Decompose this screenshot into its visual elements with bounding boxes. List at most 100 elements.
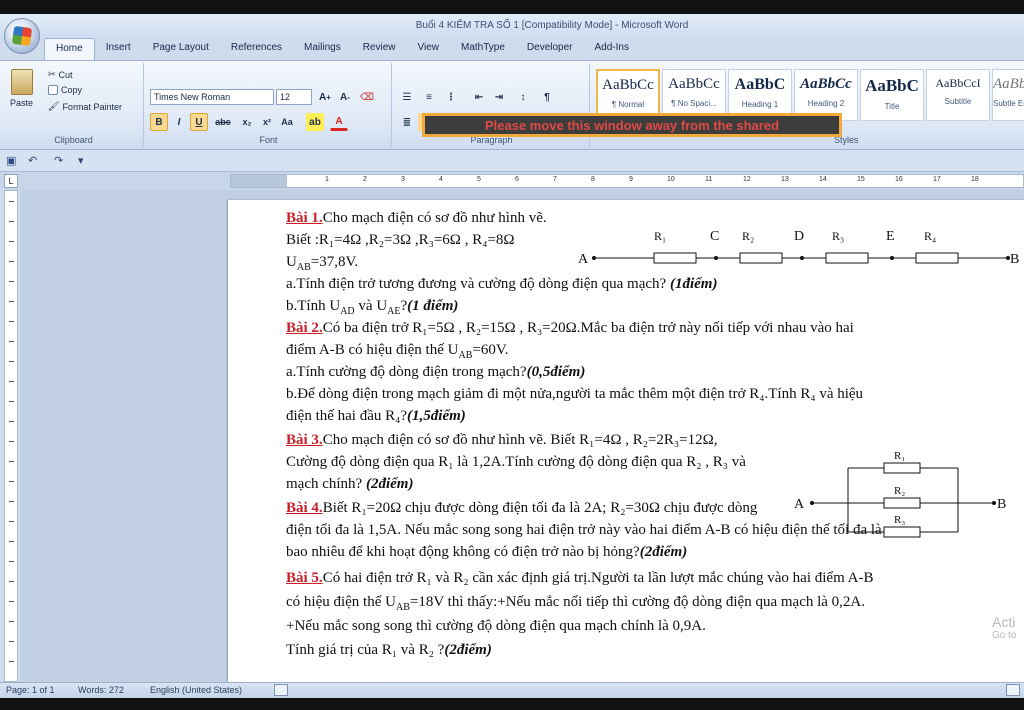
tab-page-layout[interactable]: Page Layout xyxy=(142,38,220,60)
circuit2-label-b: B xyxy=(997,497,1006,512)
tab-view[interactable]: View xyxy=(407,38,451,60)
italic-icon[interactable]: I xyxy=(170,113,188,131)
tab-selector-icon[interactable]: L xyxy=(4,174,18,188)
doc-line: mạch chính? (2điểm) xyxy=(286,476,414,492)
resistor-r3 xyxy=(825,252,869,264)
page-count[interactable]: Page: 1 of 1 xyxy=(6,685,55,695)
copy-button[interactable]: Copy xyxy=(48,85,82,95)
style-subtitle[interactable]: AaBbCcI Subtitle xyxy=(926,69,990,121)
vertical-ruler[interactable] xyxy=(4,190,18,682)
tab-add-ins[interactable]: Add-Ins xyxy=(584,38,640,60)
status-bar: Page: 1 of 1 Words: 272 English (United … xyxy=(0,682,1024,698)
font-size-select[interactable]: 12 xyxy=(276,89,312,105)
ruler-tick xyxy=(9,421,14,422)
format-painter-button[interactable]: 🖌 Format Painter xyxy=(48,101,122,112)
horizontal-ruler[interactable]: 1 2 3 4 5 6 7 8 9 10 11 12 13 14 15 16 17 18 xyxy=(230,174,1024,188)
pilcrow-icon[interactable]: ¶ xyxy=(538,88,556,106)
bold-icon[interactable]: B xyxy=(150,113,168,131)
office-button[interactable] xyxy=(4,18,40,54)
change-case-icon[interactable]: Aa xyxy=(278,113,296,131)
multilevel-list-icon[interactable]: ⋮ xyxy=(442,88,460,106)
strikethrough-icon[interactable]: abc xyxy=(214,113,232,131)
circuit2-label-a: A xyxy=(794,497,805,512)
tab-review[interactable]: Review xyxy=(352,38,407,60)
underline-icon[interactable]: U xyxy=(190,113,208,131)
align-left-icon[interactable]: ≣ xyxy=(398,113,416,131)
points-label: (1 điểm) xyxy=(407,298,459,314)
copy-icon xyxy=(48,85,58,95)
doc-line: bao nhiêu để khi hoạt động không có điện… xyxy=(286,544,688,560)
title-bar: Buổi 4 KIỂM TRA SỐ 1 [Compatibility Mode… xyxy=(0,14,1024,38)
shrink-font-icon[interactable]: A- xyxy=(336,88,354,106)
tab-references[interactable]: References xyxy=(220,38,293,60)
circuit1-label-r4: R₄ xyxy=(924,229,936,243)
decrease-indent-icon[interactable]: ⇤ xyxy=(470,88,488,106)
tab-home[interactable]: Home xyxy=(44,38,95,60)
customize-toolbar-icon[interactable]: ▾ xyxy=(78,154,84,167)
doc-line: Bài 2.Có ba điện trở R₁=5Ω , R₂=15Ω , R₃… xyxy=(286,320,854,336)
ruler-tick: 14 xyxy=(819,176,827,183)
superscript-icon[interactable]: x² xyxy=(258,113,276,131)
sort-icon[interactable]: ↕ xyxy=(514,88,532,106)
clipboard-group: Paste ✂ Cut Copy 🖌 Format Painter Clipboar… xyxy=(4,63,144,147)
document-page[interactable]: Bài 1.Cho mạch điện có sơ đồ như hình vẽ… xyxy=(228,200,1024,682)
ruler-tick: 17 xyxy=(933,176,941,183)
clear-format-icon[interactable]: ⌫ xyxy=(358,88,376,106)
tab-developer[interactable]: Developer xyxy=(516,38,584,60)
ruler-tick xyxy=(9,521,14,522)
doc-line: có hiệu điện thế UAB=18V thì thấy:+Nếu m… xyxy=(286,594,866,613)
circuit1-label-b: B xyxy=(1010,252,1019,267)
undo-icon[interactable]: ↶ xyxy=(28,154,37,167)
ruler-tick xyxy=(9,481,14,482)
subscript-icon[interactable]: x₂ xyxy=(238,113,256,131)
circuit2-label-r3: R₃ xyxy=(894,514,905,526)
style-subtle-emphasis[interactable]: AaBbCcDc Subtle Em... xyxy=(992,69,1024,121)
scissors-icon: ✂ xyxy=(48,69,56,79)
doc-line: điện thế hai đầu R₄?(1,5điểm) xyxy=(286,408,466,424)
ruler-tick xyxy=(9,361,14,362)
node-b xyxy=(992,501,996,505)
word-count[interactable]: Words: 272 xyxy=(78,685,124,695)
numbering-icon[interactable]: ≡ xyxy=(420,88,438,106)
tab-mailings[interactable]: Mailings xyxy=(293,38,352,60)
font-color-icon[interactable]: A xyxy=(330,113,348,131)
points-label: (1điểm) xyxy=(669,276,718,292)
redo-icon[interactable]: ↷ xyxy=(54,154,63,167)
circuit1-label-d: D xyxy=(794,229,804,244)
style-title[interactable]: AaBbC Title xyxy=(860,69,924,121)
ruler-tick xyxy=(9,201,14,202)
ruler-tick xyxy=(9,661,14,662)
cut-button[interactable]: ✂ Cut xyxy=(48,69,73,80)
font-family-select[interactable]: Times New Roman xyxy=(150,89,274,105)
ruler-tick xyxy=(9,261,14,262)
bullets-icon[interactable]: ☰ xyxy=(398,88,416,106)
ruler-tick: 2 xyxy=(363,176,367,183)
font-group: Times New Roman 12 A + A- ⌫ B I U abc x₂ … xyxy=(146,63,392,147)
ruler-tick: 18 xyxy=(971,176,979,183)
node-d xyxy=(800,256,804,260)
language-indicator[interactable]: English (United States) xyxy=(150,685,242,695)
ruler-tick xyxy=(9,321,14,322)
exercise-heading: Bài 5. xyxy=(286,570,323,586)
highlight-icon[interactable]: ab xyxy=(306,113,324,131)
resistor-r1 xyxy=(653,252,697,264)
tab-mathtype[interactable]: MathType xyxy=(450,38,516,60)
series-circuit-diagram: A R₁ C R₂ D R₃ E R₄ B xyxy=(578,229,1019,267)
doc-line: Cường độ dòng điện qua R₁ là 1,2A.Tính c… xyxy=(286,454,746,470)
proofing-icon[interactable] xyxy=(274,684,288,696)
word-window: Buổi 4 KIỂM TRA SỐ 1 [Compatibility Mode… xyxy=(0,14,1024,698)
tab-insert[interactable]: Insert xyxy=(95,38,142,60)
circuit1-label-a: A xyxy=(578,252,589,267)
paste-button[interactable]: Paste xyxy=(10,69,33,108)
ruler-tick xyxy=(9,221,14,222)
grow-font-icon[interactable]: A + xyxy=(316,88,334,106)
ruler-tick: 7 xyxy=(553,176,557,183)
circuit1-label-r3: R₃ xyxy=(832,229,844,243)
ruler-tick xyxy=(9,501,14,502)
save-icon[interactable]: ▣ xyxy=(6,154,16,167)
increase-indent-icon[interactable]: ⇥ xyxy=(490,88,508,106)
left-margin-zone xyxy=(231,175,287,187)
clipboard-group-label: Clipboard xyxy=(54,135,93,145)
share-warning-banner: Please move this window away from the sh… xyxy=(422,113,842,137)
view-layout-icon[interactable] xyxy=(1006,684,1020,696)
